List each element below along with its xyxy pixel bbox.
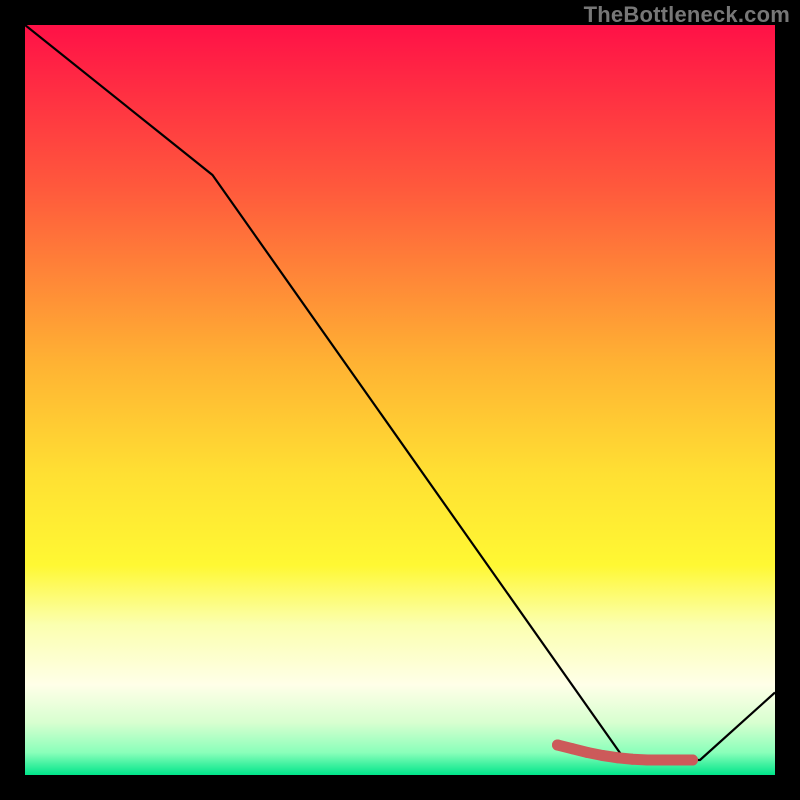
chart-container: TheBottleneck.com (0, 0, 800, 800)
marker-dot (687, 755, 698, 766)
marker-dot (642, 755, 653, 766)
marker-dot (657, 755, 668, 766)
marker-dot (567, 743, 578, 754)
marker-dot (552, 740, 563, 751)
marker-dot (597, 750, 608, 761)
marker-dot (672, 755, 683, 766)
marker-dot (627, 754, 638, 765)
marker-dot (612, 752, 623, 763)
watermark-text: TheBottleneck.com (584, 2, 790, 28)
plot-area (25, 25, 775, 775)
chart-svg (25, 25, 775, 775)
gradient-background (25, 25, 775, 775)
marker-dot (582, 747, 593, 758)
